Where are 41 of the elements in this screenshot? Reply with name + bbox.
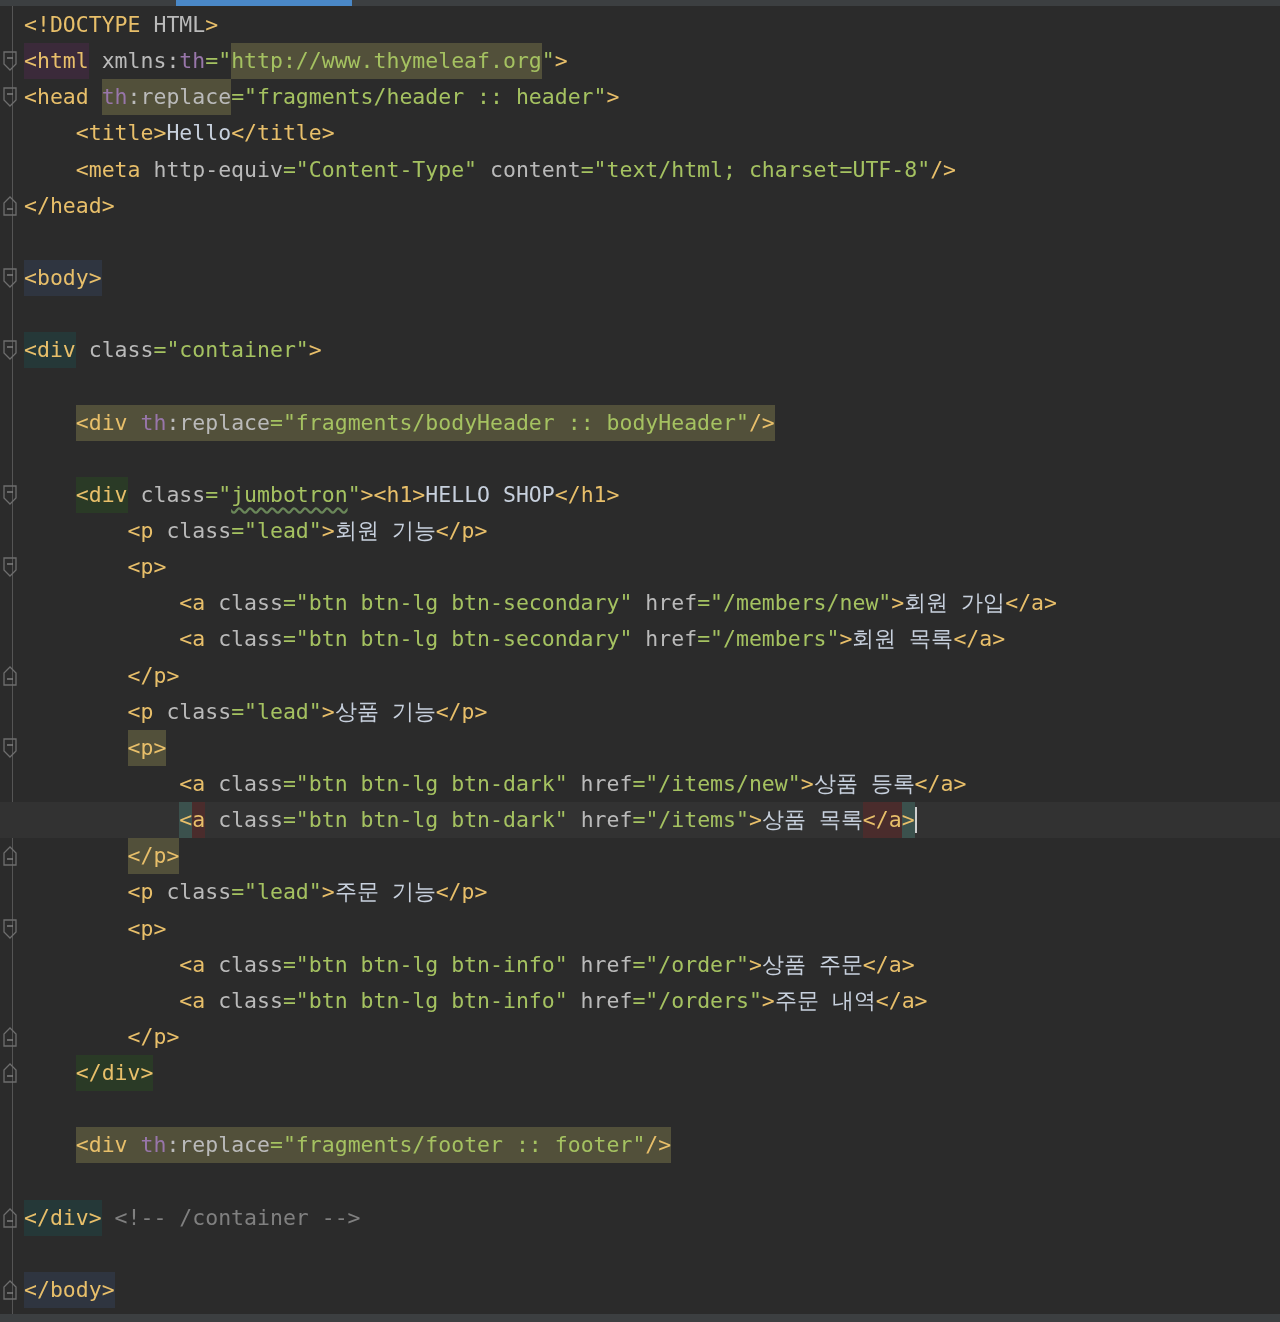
code-line: <a class="btn btn-lg btn-secondary" href="/members">회원 목록</a> xyxy=(178,625,1006,654)
code-line: <p> xyxy=(126,553,167,582)
fold-icon[interactable] xyxy=(2,87,17,108)
code-line: <p> xyxy=(24,729,167,766)
fold-icon[interactable] xyxy=(2,340,17,361)
fold-icon[interactable] xyxy=(2,1280,17,1300)
code-line: <a class="btn btn-lg btn-dark" href="/items">상품 목록</a> xyxy=(24,802,915,839)
fold-icon[interactable] xyxy=(2,268,17,289)
code-line: <a class="btn btn-lg btn-dark" href="/items/new">상품 등록</a> xyxy=(178,770,967,798)
code-line: </p> xyxy=(126,1023,180,1051)
code-line: </p> xyxy=(24,838,180,875)
code-line: <meta http-equiv="Content-Type" content="text/html; charset=UTF-8"/> xyxy=(74,155,956,184)
fold-icon[interactable] xyxy=(2,195,17,216)
fold-icon[interactable] xyxy=(2,484,17,505)
fold-icon[interactable] xyxy=(2,665,17,686)
code-line: </div> <!-- /container --> xyxy=(24,1199,361,1236)
fold-icon[interactable] xyxy=(2,51,17,72)
horizontal-scrollbar[interactable] xyxy=(0,1314,1280,1322)
code-line: <p> xyxy=(126,914,167,943)
fold-icon[interactable] xyxy=(2,1063,17,1084)
code-line: <p class="lead">주문 기능</p> xyxy=(126,878,488,907)
code-line: <div class="jumbotron"><h1>HELLO SHOP</h1> xyxy=(24,476,620,513)
text-cursor xyxy=(914,807,917,834)
code-line: </head> xyxy=(24,191,115,220)
fold-icon[interactable] xyxy=(2,737,17,758)
code-line: <html xmlns:th="http://www.thymeleaf.org"> xyxy=(24,43,568,80)
code-line: </p> xyxy=(126,661,180,690)
fold-icon[interactable] xyxy=(2,1027,17,1047)
code-line: <head th:replace="fragments/header :: header"> xyxy=(24,79,620,116)
code-line: <p class="lead">상품 기능</p> xyxy=(126,697,488,726)
code-line: <p class="lead">회원 기능</p> xyxy=(126,517,488,546)
code-line: <div class="container"> xyxy=(24,332,322,369)
code-line: <a class="btn btn-lg btn-secondary" href="/members/new">회원 가입</a> xyxy=(178,589,1057,618)
code-line: <!DOCTYPE HTML> xyxy=(24,11,219,40)
code-line: <a class="btn btn-lg btn-info" href="/order">상품 주문</a> xyxy=(178,950,915,979)
fold-icon[interactable] xyxy=(2,846,17,867)
fold-icon[interactable] xyxy=(2,1207,17,1228)
code-line: <a class="btn btn-lg btn-info" href="/orders">주문 내역</a> xyxy=(178,986,928,1015)
fold-icon[interactable] xyxy=(2,918,17,939)
fold-icon[interactable] xyxy=(2,557,17,578)
code-line: <title>Hello</title> xyxy=(74,119,335,148)
